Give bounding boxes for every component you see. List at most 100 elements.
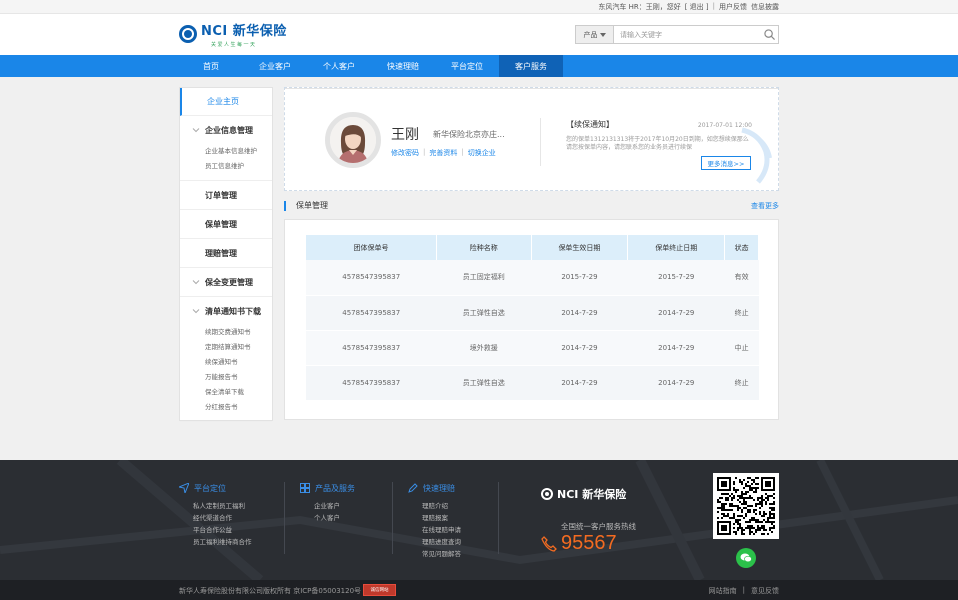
sidebar-subitem[interactable]: 万能报告书: [205, 370, 272, 385]
footer-link[interactable]: 理赔介绍: [422, 500, 461, 512]
logout-link[interactable]: [ 退出 ]: [685, 2, 709, 12]
footer-link[interactable]: 私人定制员工福利: [193, 500, 252, 512]
footer-link[interactable]: 常见问题解答: [422, 548, 461, 560]
search-category-select[interactable]: 产品: [576, 26, 614, 43]
divider: |: [712, 2, 715, 10]
footer-link[interactable]: 个人客户: [314, 512, 355, 524]
switch-company-link[interactable]: 切换企业: [468, 148, 496, 158]
table-cell: 2014-7-29: [531, 295, 628, 331]
sidebar-group: 企业信息管理企业基本信息维护 员工信息维护: [180, 116, 272, 181]
sidebar-item-4[interactable]: 保全变更管理: [180, 268, 272, 296]
sidebar-item-3[interactable]: 理赔管理: [180, 239, 272, 267]
table-row[interactable]: 4578547395837 境外救援 2014-7-29 2014-7-29 中止: [306, 330, 759, 366]
footer-col-platform: 平台定位 私人定制员工福利 经代渠道合作 平台合作公益 员工福利维持商合作: [179, 482, 252, 548]
complete-profile-link[interactable]: 完善资料: [429, 148, 457, 158]
sidebar-subitem[interactable]: 续期交费通知书: [205, 325, 272, 340]
sidebar-subitem[interactable]: 定期结算通知书: [205, 340, 272, 355]
footer-link[interactable]: 企业客户: [314, 500, 355, 512]
sidebar-subitem[interactable]: 员工信息维护: [205, 159, 272, 174]
sidebar-item-home[interactable]: 企业主页: [180, 88, 272, 116]
table-cell: 2014-7-29: [627, 295, 725, 331]
sidebar-item-2[interactable]: 保单管理: [180, 210, 272, 238]
sidebar-group: 保单管理: [180, 210, 272, 239]
qr-code-icon: [717, 477, 775, 535]
table-header-cell: 保单终止日期: [627, 235, 726, 260]
policy-section-title: 保单管理: [296, 201, 328, 210]
footer-link[interactable]: 理赔报案: [422, 512, 461, 524]
table-cell: 终止: [724, 295, 759, 331]
sidebar-item-label: 企业信息管理: [205, 125, 253, 135]
table-row[interactable]: 4578547395837 员工固定福利 2015-7-29 2015-7-29 有效: [306, 260, 759, 296]
footer-link[interactable]: 平台合作公益: [193, 524, 252, 536]
disclosure-link[interactable]: 信息披露: [751, 2, 779, 12]
table-header-cell: 状态: [724, 235, 759, 260]
footer-col-title: 平台定位: [194, 483, 226, 493]
hotline-number: 95567: [561, 532, 617, 554]
logo-slogan: 关爱人生每一天: [211, 42, 257, 48]
site-header: NCI 新华保险 关爱人生每一天 产品: [0, 14, 958, 55]
search-button[interactable]: [760, 26, 778, 43]
hotline-label: 全国统一客户服务热线: [561, 522, 636, 531]
sidebar-item-label: 理赔管理: [205, 248, 237, 258]
site-logo[interactable]: NCI 新华保险 关爱人生每一天: [179, 24, 287, 50]
nav-item-0[interactable]: 首页: [179, 55, 243, 77]
sidebar-item-1[interactable]: 订单管理: [180, 181, 272, 209]
trust-badge[interactable]: 诚信网站: [363, 584, 396, 596]
notice-watermark-icon: [741, 127, 772, 184]
footer-col-title: 快速理赔: [423, 483, 455, 493]
chevron-down-icon: [192, 128, 200, 133]
footer-link[interactable]: 经代渠道合作: [193, 512, 252, 524]
sidebar-group: 理赔管理: [180, 239, 272, 268]
nav-item-1[interactable]: 企业客户: [243, 55, 307, 77]
search-input[interactable]: [614, 26, 760, 43]
nav-item-4[interactable]: 平台定位: [435, 55, 499, 77]
chevron-down-icon: [192, 280, 200, 285]
qr-code: [713, 473, 779, 539]
site-footer: 平台定位 私人定制员工福利 经代渠道合作 平台合作公益 员工福利维持商合作 产品及服务…: [0, 460, 958, 580]
notice-text: 您的保单1312131313将于2017年10月20日到期，如您想续保那么请您按…: [566, 136, 749, 151]
footer-divider: [284, 482, 285, 554]
divider: |: [423, 148, 426, 156]
table-cell: 2014-7-29: [627, 365, 725, 401]
sidebar-subitem[interactable]: 保全清单下载: [205, 385, 272, 400]
table-row[interactable]: 4578547395837 员工弹性自选 2014-7-29 2014-7-29 终止: [306, 365, 759, 401]
nav-item-2[interactable]: 个人客户: [307, 55, 371, 77]
sidebar-item-0[interactable]: 企业信息管理: [180, 116, 272, 144]
table-row[interactable]: 4578547395837 员工弹性自选 2014-7-29 2014-7-29 终止: [306, 295, 759, 331]
change-password-link[interactable]: 修改密码: [391, 148, 419, 158]
sidebar-item-5[interactable]: 清单通知书下载: [180, 297, 272, 325]
table-header-cell: 保单生效日期: [531, 235, 629, 260]
wechat-button[interactable]: [736, 548, 756, 568]
main-nav: 首页 企业客户 个人客户 快速理赔 平台定位 客户服务: [0, 55, 958, 77]
feedback-link[interactable]: 意见反馈: [751, 586, 779, 596]
feedback-link[interactable]: 用户反馈: [719, 2, 747, 12]
footer-col-claims: 快速理赔 理赔介绍 理赔报案 在线理赔申请 理赔进度查询 常见问题解答: [408, 482, 461, 560]
send-icon: [179, 483, 189, 493]
footer-link[interactable]: 在线理赔申请: [422, 524, 461, 536]
profile-links: 修改密码 | 完善资料 | 切换企业: [391, 148, 496, 158]
nav-item-3[interactable]: 快速理赔: [371, 55, 435, 77]
sidebar-subitem[interactable]: 企业基本信息维护: [205, 144, 272, 159]
footer-col-title: 产品及服务: [315, 483, 355, 493]
footer-link[interactable]: 员工福利维持商合作: [193, 536, 252, 548]
table-cell: 2014-7-29: [531, 365, 628, 401]
profile-divider: [540, 118, 541, 166]
view-more-link[interactable]: 查看更多: [751, 201, 779, 211]
policy-table: 团体保单号 险种名称 保单生效日期 保单终止日期 状态 4578547395837 员工固…: [306, 235, 759, 401]
table-cell: 4578547395837: [306, 365, 437, 401]
table-cell: 员工弹性自选: [436, 365, 532, 401]
table-cell: 员工固定福利: [436, 260, 532, 296]
hotline: 95567: [541, 532, 617, 555]
table-cell: 2015-7-29: [627, 260, 725, 296]
footer-logo-text: NCI 新华保险: [557, 488, 627, 501]
more-messages-button[interactable]: 更多消息>>: [701, 156, 751, 170]
footer-link[interactable]: 理赔进度查询: [422, 536, 461, 548]
site-guide-link[interactable]: 网站指南: [709, 586, 737, 596]
nav-item-5[interactable]: 客户服务: [499, 55, 563, 77]
sidebar-item-label: 订单管理: [205, 190, 237, 200]
sidebar-subitem[interactable]: 续保通知书: [205, 355, 272, 370]
table-cell: 员工弹性自选: [436, 295, 532, 331]
table-cell: 终止: [724, 365, 759, 401]
sidebar-subitem[interactable]: 分红报告书: [205, 400, 272, 415]
topbar-links: 东风汽车 HR：王刚，您好 [ 退出 ] | 用户反馈 信息披露: [598, 2, 779, 12]
